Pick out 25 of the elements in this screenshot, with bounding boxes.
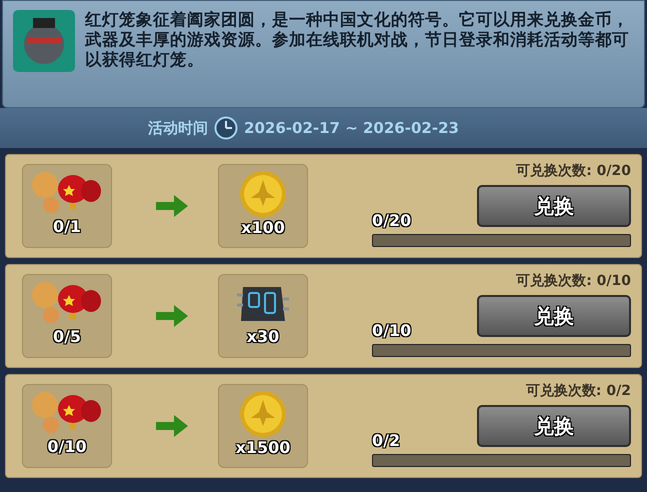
reward-amount: x1500 <box>236 438 290 456</box>
arrow-icon <box>156 415 188 437</box>
progress-text: 0/20 <box>372 211 412 230</box>
arrow-icon <box>156 305 188 327</box>
event-time-label: 活动时间 <box>148 118 208 138</box>
progress-text: 0/2 <box>372 431 402 450</box>
exchange-button[interactable]: 兑换 <box>477 185 631 227</box>
lantern-count: 0/5 <box>52 326 82 346</box>
remaining-count: 可兑换次数: 0/10 <box>516 272 631 291</box>
progress-text: 0/10 <box>372 321 412 340</box>
arrow-icon <box>156 195 188 217</box>
exchange-button[interactable]: 兑换 <box>477 405 631 447</box>
exchange-button[interactable]: 兑换 <box>477 295 631 337</box>
lantern-count: 0/10 <box>47 436 87 456</box>
reward-amount: x30 <box>246 326 280 346</box>
remaining-count: 可兑换次数: 0/20 <box>516 162 631 181</box>
coin-icon <box>239 170 287 218</box>
reward-amount: x100 <box>241 218 285 236</box>
lantern-count: 0/1 <box>52 216 82 236</box>
event-date-range: 2026-02-17 ~ 2026-02-23 <box>244 119 459 137</box>
avatar-icon <box>13 10 75 72</box>
remaining-count: 可兑换次数: 0/2 <box>526 382 631 401</box>
clock-icon <box>214 116 238 140</box>
coin-icon <box>239 390 287 438</box>
description-text: 红灯笼象征着阖家团圆，是一种中国文化的符号。它可以用来兑换金币，武器及丰厚的游戏资源。参加在线联机对战，节日登录和消耗活动等都可以获得红灯笼。 <box>85 10 630 71</box>
